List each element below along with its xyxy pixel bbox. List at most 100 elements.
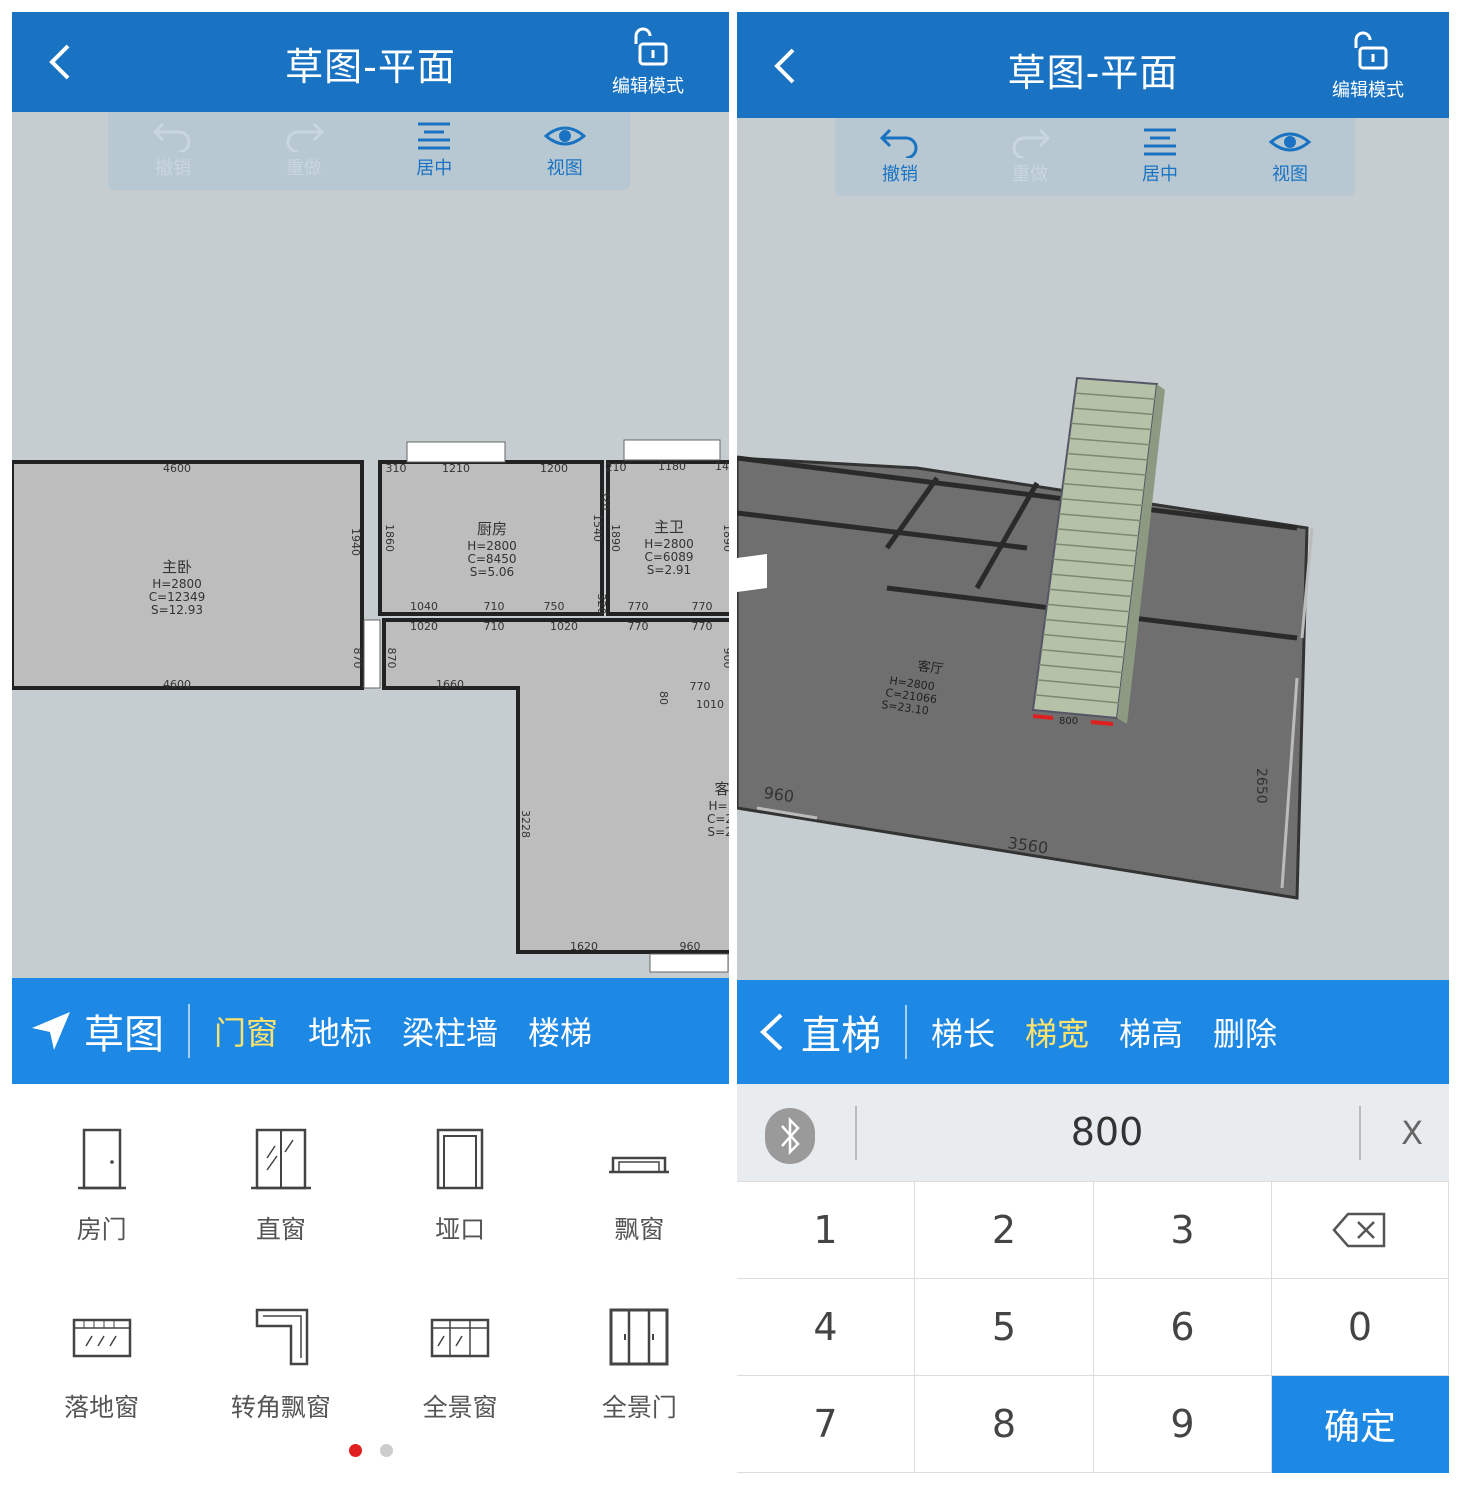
stair-type-back[interactable]: 直梯	[737, 1003, 881, 1061]
item-bay-window[interactable]: 飘窗	[550, 1084, 729, 1262]
item-door[interactable]: 房门	[12, 1084, 191, 1262]
dimension-label: 4600	[163, 462, 191, 475]
dimension-label: 1020	[550, 620, 578, 633]
title-bar: 草图-平面 编辑模式	[12, 12, 729, 112]
item-opening[interactable]: 垭口	[371, 1084, 550, 1262]
key-7[interactable]: 7	[737, 1376, 915, 1473]
page-indicator	[12, 1444, 729, 1457]
3d-floor-view: 客厅 H=2800 C=21066 S=23.10 960 3560 2650 …	[737, 376, 1314, 900]
dimension-label: 3228	[519, 810, 532, 838]
dimension-label: 900	[721, 648, 729, 669]
item-label: 落地窗	[64, 1393, 140, 1422]
3d-view-canvas[interactable]: 撤销 重做 居中 视图 客厅 H=2800 C=21066 S=23.10 96…	[737, 118, 1449, 980]
window-icon	[250, 1128, 311, 1190]
dimension-label: 1890	[721, 524, 729, 552]
window-mark[interactable]	[406, 441, 506, 463]
dimension-label: 1180	[658, 460, 686, 473]
opening-icon	[436, 1128, 484, 1190]
dimension-label: 1860	[383, 524, 396, 552]
bluetooth-button[interactable]	[765, 1108, 815, 1164]
tab-stair-height[interactable]: 梯高	[1119, 1009, 1183, 1055]
tab-stair-width[interactable]: 梯宽	[1025, 1009, 1089, 1055]
dimension-label: 710	[484, 620, 505, 633]
item-panoramic-door[interactable]: 全景门	[550, 1262, 729, 1440]
key-4[interactable]: 4	[737, 1279, 915, 1376]
item-label: 全景窗	[422, 1393, 498, 1422]
value-input[interactable]: 800	[857, 1110, 1357, 1154]
dimension-label: 1200	[540, 462, 568, 475]
navigation-arrow-icon	[32, 1012, 70, 1050]
tab-beams-columns-walls[interactable]: 梁柱墙	[402, 1008, 498, 1054]
key-2[interactable]: 2	[915, 1182, 1094, 1279]
window-mark[interactable]	[649, 953, 729, 973]
item-french-window[interactable]: 落地窗	[12, 1262, 191, 1440]
room-name: 主卫	[654, 518, 684, 536]
dimension-label: 770	[628, 600, 649, 613]
edit-mode-button[interactable]: 编辑模式	[603, 26, 693, 98]
sketch-menu[interactable]: 草图	[12, 1002, 164, 1060]
confirm-button[interactable]: 确定	[1272, 1376, 1449, 1473]
dimension-label: 710	[484, 600, 505, 613]
key-3[interactable]: 3	[1094, 1182, 1272, 1279]
backspace-icon	[1332, 1212, 1386, 1248]
clear-button[interactable]: X	[1401, 1114, 1423, 1152]
panoramic-window-icon	[430, 1318, 490, 1358]
door-icon	[77, 1128, 126, 1190]
main-tab-label: 直梯	[801, 1013, 881, 1059]
tab-landmarks[interactable]: 地标	[308, 1008, 372, 1054]
room-living[interactable]	[382, 618, 729, 954]
room-height: H=2800	[467, 539, 517, 553]
room-height: H=2800	[644, 537, 694, 551]
divider	[188, 1004, 190, 1058]
tab-doors-windows[interactable]: 门窗	[214, 1008, 278, 1054]
key-9[interactable]: 9	[1094, 1376, 1272, 1473]
dimension-label: 1020	[410, 620, 438, 633]
dimension-label: 310	[386, 462, 407, 475]
corner-bay-window-icon	[255, 1308, 309, 1366]
bay-window-icon	[609, 1156, 670, 1174]
dimension-label: 320	[595, 594, 608, 615]
edit-mode-label: 编辑模式	[1332, 80, 1404, 101]
item-label: 转角飘窗	[230, 1393, 331, 1422]
dimension-label: 960	[680, 940, 701, 953]
component-grid: 房门 直窗 垭口 飘窗 落地窗 转角飘窗 全景窗 全景门	[12, 1084, 729, 1440]
room-height: H=2800	[152, 577, 202, 591]
item-panoramic-window[interactable]: 全景窗	[371, 1262, 550, 1440]
key-6[interactable]: 6	[1094, 1279, 1272, 1376]
dimension-label: 1620	[570, 940, 598, 953]
room-name: 主卧	[162, 558, 192, 576]
edit-mode-button[interactable]: 编辑模式	[1323, 30, 1413, 102]
tab-stair-length[interactable]: 梯长	[931, 1009, 995, 1055]
page-dot-active[interactable]	[348, 1444, 362, 1457]
page-dot[interactable]	[379, 1444, 393, 1457]
key-0[interactable]: 0	[1272, 1279, 1449, 1376]
item-corner-bay-window[interactable]: 转角飘窗	[191, 1262, 370, 1440]
key-backspace[interactable]	[1272, 1182, 1449, 1279]
room-perimeter: C=12349	[149, 590, 206, 604]
dimension-label: 1890	[609, 524, 622, 552]
room-perimeter: C=2	[707, 812, 729, 826]
key-8[interactable]: 8	[915, 1376, 1094, 1473]
tab-delete[interactable]: 删除	[1213, 1009, 1277, 1055]
room-name: 客	[714, 780, 729, 798]
room-kitchen[interactable]	[378, 460, 604, 616]
door-mark[interactable]	[363, 619, 381, 689]
french-window-icon	[72, 1318, 131, 1358]
dimension-label: 770	[690, 680, 711, 693]
key-1[interactable]: 1	[737, 1182, 915, 1279]
chevron-left-icon	[760, 1013, 783, 1051]
left-screen: 草图-平面 编辑模式 撤销 重做 居中 视图 主卧 H=2800 C=12349…	[12, 12, 729, 1482]
tab-stairs[interactable]: 楼梯	[528, 1008, 592, 1054]
floor-plan-canvas[interactable]: 撤销 重做 居中 视图 主卧 H=2800 C=12349 S=12.93 厨房…	[12, 112, 729, 978]
item-label: 房门	[76, 1215, 127, 1244]
dimension-label: 770	[692, 620, 713, 633]
item-label: 垭口	[435, 1215, 486, 1244]
dimension-label: 2650	[1253, 768, 1269, 804]
right-screen: 草图-平面 编辑模式 撤销 重做 居中 视图 客厅 H=2800 C=21066…	[737, 12, 1449, 1474]
room-area: S=12.93	[151, 603, 203, 617]
numeric-keypad: 1 2 3 4 5 6 0 7 8 9 确定	[737, 1181, 1449, 1473]
item-window[interactable]: 直窗	[191, 1084, 370, 1262]
key-5[interactable]: 5	[915, 1279, 1094, 1376]
panoramic-door-icon	[609, 1308, 669, 1366]
window-mark[interactable]	[623, 439, 721, 461]
